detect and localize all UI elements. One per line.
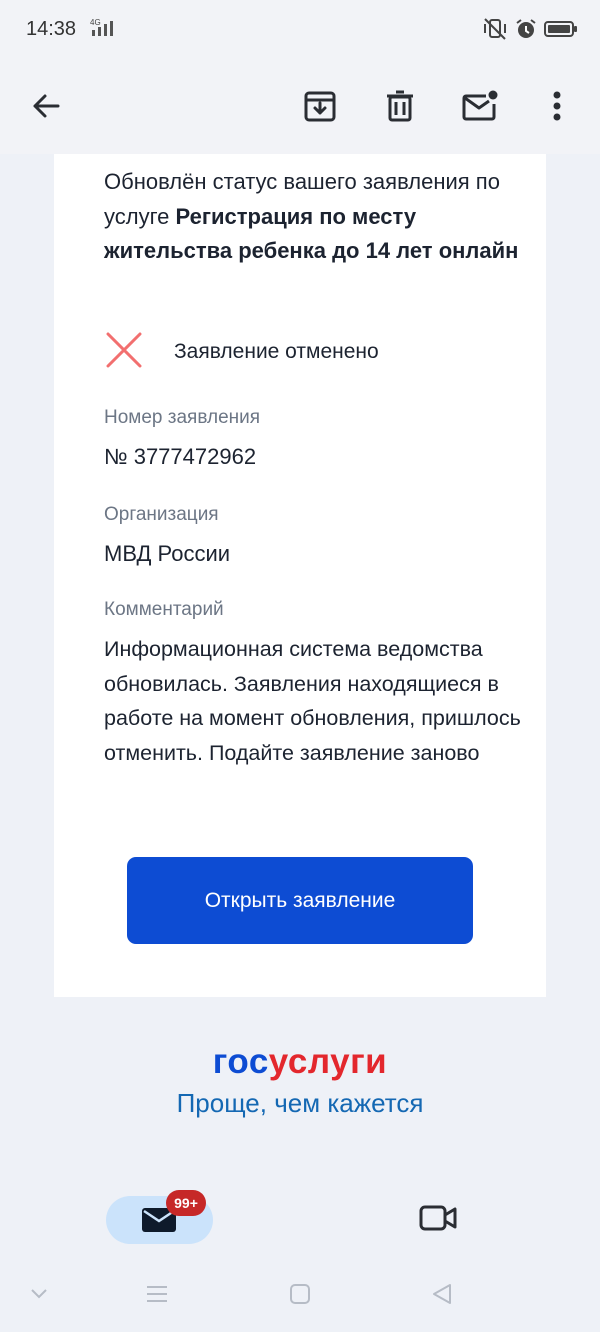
application-status: Заявление отменено bbox=[104, 328, 524, 374]
email-toolbar bbox=[0, 60, 600, 154]
open-application-button[interactable]: Открыть заявление bbox=[127, 857, 473, 944]
comment-value: Информационная система ведомства обновил… bbox=[104, 637, 521, 765]
logo-part-gos: гос bbox=[212, 1042, 269, 1081]
delete-button[interactable] bbox=[376, 82, 424, 130]
gosuslugi-brand: госуслуги Проще, чем кажется bbox=[26, 1040, 574, 1119]
back-triangle-icon[interactable] bbox=[430, 1282, 454, 1311]
network-type: 4G bbox=[90, 18, 101, 27]
archive-button[interactable] bbox=[296, 82, 344, 130]
status-text: Заявление отменено bbox=[174, 340, 379, 363]
bottom-nav bbox=[0, 1180, 600, 1260]
gosuslugi-logo: госуслуги bbox=[26, 1040, 574, 1084]
more-button[interactable] bbox=[533, 82, 581, 130]
comment-label: Комментарий bbox=[104, 599, 224, 620]
trash-icon bbox=[387, 90, 413, 122]
status-icons bbox=[482, 17, 578, 46]
video-camera-icon bbox=[419, 1205, 457, 1231]
intro-text: Обновлён статус вашего заявления по услу… bbox=[104, 165, 524, 269]
home-square-icon[interactable] bbox=[288, 1282, 312, 1311]
signal-icon: 4G bbox=[88, 16, 122, 45]
archive-download-icon bbox=[304, 91, 336, 122]
org-value: МВД России bbox=[104, 541, 231, 566]
org-label: Организация bbox=[104, 504, 219, 525]
cancel-x-icon bbox=[104, 330, 144, 375]
mail-badge: 99+ bbox=[166, 1190, 206, 1216]
vibrate-off-icon bbox=[482, 17, 508, 46]
video-tab[interactable] bbox=[418, 1202, 458, 1239]
brand-slogan: Проще, чем кажется bbox=[176, 1088, 424, 1118]
back-button[interactable] bbox=[22, 82, 70, 130]
battery-icon bbox=[544, 19, 578, 44]
number-value: № 3777472962 bbox=[104, 444, 257, 469]
system-nav-bar bbox=[0, 1260, 600, 1332]
arrow-left-icon bbox=[33, 94, 60, 118]
mail-unread-icon bbox=[462, 90, 498, 121]
number-label: Номер заявления bbox=[104, 407, 261, 428]
recents-menu-icon[interactable] bbox=[144, 1282, 170, 1311]
chevron-down-icon[interactable] bbox=[28, 1282, 50, 1309]
mark-unread-button[interactable] bbox=[456, 82, 504, 130]
status-bar: 14:38 4G bbox=[0, 0, 600, 60]
logo-part-uslugi: услуги bbox=[268, 1042, 388, 1081]
alarm-icon bbox=[514, 17, 538, 46]
status-time: 14:38 bbox=[26, 18, 77, 40]
more-vertical-icon bbox=[553, 91, 561, 121]
